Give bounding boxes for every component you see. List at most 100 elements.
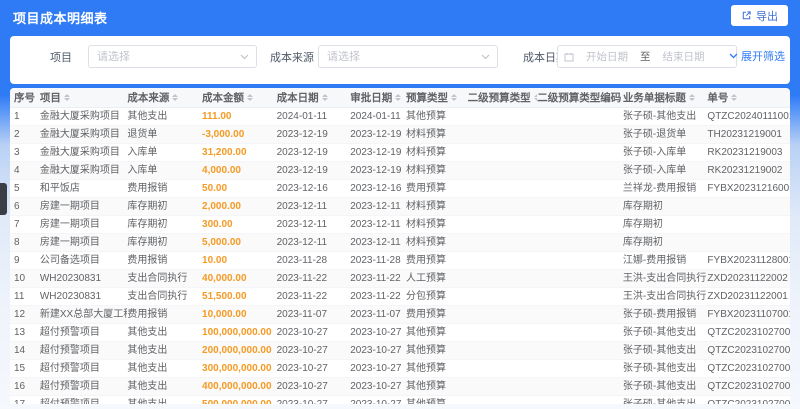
table-cell: 15 <box>14 363 26 374</box>
sort-icon[interactable] <box>172 94 179 101</box>
table-cell <box>468 126 538 143</box>
sort-icon[interactable] <box>63 94 70 101</box>
table-cell: 2,000.00 <box>202 201 241 212</box>
title-bar: 项目成本明细表 导出 <box>0 0 800 30</box>
column-header[interactable]: 业务单据标题 <box>623 88 708 107</box>
table-cell <box>468 162 538 179</box>
column-header[interactable]: 单号 <box>707 88 790 107</box>
table-cell: 31,200.00 <box>202 147 247 158</box>
table-cell: 2023-12-19 <box>350 165 402 176</box>
column-header[interactable]: 成本金额 <box>202 88 277 107</box>
table-cell: 2023-10-27 <box>350 345 402 356</box>
table-cell: QTZC20231027002 <box>707 381 790 392</box>
table-cell <box>537 378 623 395</box>
table-cell: 其他预算 <box>405 381 446 392</box>
table-cell: 2023-12-19 <box>350 147 402 158</box>
table-cell: 张子硕-其他支出 <box>622 345 697 356</box>
table-cell: 2023-12-11 <box>276 219 328 230</box>
table-cell: 2023-11-07 <box>276 309 328 320</box>
table-cell: 其他支出 <box>127 327 168 338</box>
table-cell: QTZC20231027002 <box>707 327 790 338</box>
cost-source-select-input[interactable] <box>319 50 481 63</box>
table-row: 13 超付预警项目 其他支出 100,000,000.00 2023-10-27 2023… <box>10 324 790 342</box>
table-cell: WH20230831 <box>39 291 102 302</box>
date-start-input[interactable] <box>578 50 636 63</box>
column-header[interactable]: 二级预算类型 <box>468 88 538 107</box>
table-cell <box>537 108 623 125</box>
export-label: 导出 <box>756 10 778 23</box>
table-cell: 2023-10-27 <box>350 327 402 338</box>
table-cell <box>537 342 623 359</box>
table-cell: 2024-01-11 <box>350 111 401 122</box>
table-cell: 2023-12-19 <box>276 165 328 176</box>
cost-date-range[interactable]: 至 <box>557 45 737 68</box>
column-header[interactable]: 二级预算类型编码 <box>537 88 623 107</box>
project-select[interactable] <box>88 45 257 68</box>
column-header: 序号 <box>14 88 40 107</box>
export-button[interactable]: 导出 <box>731 5 788 26</box>
table-cell: 金融大厦采购项目 <box>39 129 120 140</box>
table-cell: 2023-12-16 <box>350 183 402 194</box>
table-row: 15 超付预警项目 其他支出 300,000,000.00 2023-10-27 2023… <box>10 360 790 378</box>
column-header[interactable]: 成本日期 <box>277 88 351 107</box>
table-cell: 费用报销 <box>127 183 168 194</box>
table-cell: 其他预算 <box>405 363 446 374</box>
project-filter-label: 项目 <box>50 52 72 64</box>
date-end-input[interactable] <box>654 50 713 63</box>
column-header[interactable]: 审批日期 <box>350 88 406 107</box>
table-cell: 人工预算 <box>405 273 446 284</box>
table-row: 11 WH20230831 支出合同执行 51,500.00 2023-11-22 202… <box>10 288 790 306</box>
table-cell: 2023-10-27 <box>276 345 328 356</box>
table-cell: 金融大厦采购项目 <box>39 165 120 176</box>
table-cell: 材料预算 <box>405 147 446 158</box>
table-cell: 其他预算 <box>405 345 446 356</box>
table-cell: 200,000,000.00 <box>202 345 272 356</box>
table-cell <box>537 180 623 197</box>
column-header-label: 成本金额 <box>202 91 245 104</box>
table-cell: 王洪-支出合同执行 <box>622 273 707 284</box>
cost-source-select[interactable] <box>318 45 498 68</box>
table-cell: 2023-11-22 <box>350 291 401 302</box>
table-cell <box>537 288 623 305</box>
column-header[interactable]: 成本来源 <box>127 88 202 107</box>
table-cell <box>707 234 790 251</box>
table-cell: 111.00 <box>202 111 232 122</box>
table-cell: 14 <box>14 345 26 356</box>
table-cell: 10.00 <box>202 255 228 266</box>
table-cell: 2023-10-27 <box>277 396 351 404</box>
table-cell: 兰祥龙-费用报销 <box>622 183 697 194</box>
sort-icon[interactable] <box>731 94 738 101</box>
table-cell: 300,000,000.00 <box>202 363 272 374</box>
sort-icon[interactable] <box>321 94 328 101</box>
column-header[interactable]: 预算类型 <box>406 88 468 107</box>
column-header[interactable]: 项目 <box>40 88 128 107</box>
sort-icon[interactable] <box>450 94 457 101</box>
sort-icon[interactable] <box>247 94 254 101</box>
table-cell: QTZC20231027002 <box>707 396 790 404</box>
table-cell <box>537 162 623 179</box>
table-row: 9 公司备选项目 费用报销 10.00 2023-11-28 2023-11-28 费用预算… <box>10 252 790 270</box>
table-cell: 50.00 <box>202 183 228 194</box>
table-cell: 2023-12-16 <box>276 183 328 194</box>
table-cell: 王洪-支出合同执行 <box>622 291 707 302</box>
table-cell: 4,000.00 <box>202 165 241 176</box>
table-cell <box>537 126 623 143</box>
table-cell: 2023-12-19 <box>276 147 328 158</box>
table-cell: -3,000.00 <box>202 129 245 140</box>
table-cell: 分包预算 <box>405 291 446 302</box>
table-cell: 和平饭店 <box>39 183 80 194</box>
table-row: 6 房建一期项目 库存期初 2,000.00 2023-12-11 2023-12-11 材… <box>10 198 790 216</box>
table-cell: 2023-11-22 <box>350 273 401 284</box>
project-select-input[interactable] <box>89 50 240 63</box>
column-header-label: 预算类型 <box>405 91 448 104</box>
expand-filters-link[interactable]: 展开筛选 <box>729 48 785 64</box>
table-cell <box>468 378 538 395</box>
table-cell: 张子硕-退货单 <box>622 129 687 140</box>
table-cell: FYBX20231128001 <box>707 255 790 266</box>
sort-icon[interactable] <box>395 94 402 101</box>
table-row: 5 和平饭店 费用报销 50.00 2023-12-16 2023-12-16 费用预算 兰祥… <box>10 180 790 198</box>
sort-icon[interactable] <box>688 94 695 101</box>
table-cell: 张子硕-其他支出 <box>622 111 697 122</box>
table-row: 1 金融大厦采购项目 其他支出 111.00 2024-01-11 2024-01-11 其… <box>10 108 790 126</box>
sidebar-drawer-handle[interactable] <box>0 183 7 215</box>
